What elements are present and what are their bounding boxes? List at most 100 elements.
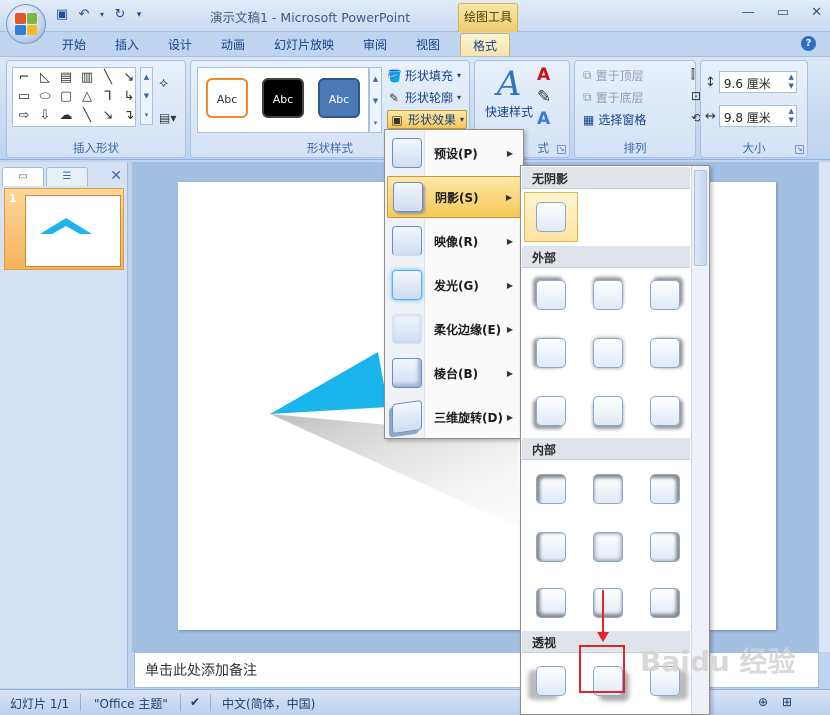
inner-shadow-option[interactable] — [524, 578, 578, 628]
perspective-shadow-option[interactable] — [524, 656, 578, 706]
redo-icon[interactable]: ↻ — [112, 7, 128, 23]
menu-item-3d-rotation[interactable]: 三维旋转(D) ▶ — [387, 396, 521, 438]
menu-item-glow[interactable]: 发光(G) ▶ — [387, 264, 521, 306]
undo-icon[interactable]: ↶ — [76, 7, 92, 23]
inner-shadow-option[interactable] — [638, 464, 692, 514]
tab-view[interactable]: 视图 — [416, 36, 440, 53]
styles-gallery-scroll[interactable]: ▲ ▼ ▾ — [369, 67, 382, 133]
inner-shadow-option[interactable] — [638, 522, 692, 572]
style-swatch-orange-outline[interactable]: Abc — [206, 78, 248, 118]
close-pane-icon[interactable]: ✕ — [110, 168, 122, 184]
menu-item-preset[interactable]: 预设(P) ▶ — [387, 132, 521, 174]
tab-outline-icon[interactable]: ☰ — [46, 167, 88, 186]
outer-shadow-option[interactable] — [524, 270, 578, 320]
right-arrow-shape-icon[interactable]: ⇨ — [15, 108, 33, 124]
cloud-icon[interactable]: ☁ — [57, 108, 75, 124]
text-box-button-icon[interactable]: ▤▾ — [159, 111, 176, 125]
arrow-line-2-icon[interactable]: ↘ — [99, 108, 117, 124]
outer-shadow-option[interactable] — [638, 386, 692, 436]
arrow-line-icon[interactable]: ↘ — [120, 70, 138, 86]
inner-shadow-option[interactable] — [581, 522, 635, 572]
tab-slideshow[interactable]: 幻灯片放映 — [274, 36, 334, 53]
menu-item-bevel[interactable]: 棱台(B) ▶ — [387, 352, 521, 394]
shadow-preview-icon — [536, 666, 566, 696]
down-arrow-shape-icon[interactable]: ⇩ — [36, 108, 54, 124]
shape-fill-button[interactable]: 🪣 形状填充 ▾ — [387, 67, 461, 84]
style-swatch-blue[interactable]: Abc — [318, 78, 360, 118]
text-fill-icon[interactable]: A — [537, 65, 550, 85]
tab-design[interactable]: 设计 — [168, 36, 192, 53]
tab-format[interactable]: 格式 — [460, 33, 511, 57]
shape-outline-button[interactable]: ✎ 形状轮廓 ▾ — [387, 89, 461, 106]
tab-animations[interactable]: 动画 — [221, 36, 245, 53]
no-shadow-option[interactable] — [524, 192, 578, 242]
height-spinner-icon[interactable]: ▲ ▼ — [789, 73, 794, 91]
inner-shadow-option[interactable] — [524, 464, 578, 514]
elbow-line-icon[interactable]: ⌐ — [15, 70, 33, 86]
outer-shadow-option[interactable] — [524, 386, 578, 436]
outer-shadow-option[interactable] — [581, 328, 635, 378]
tab-insert[interactable]: 插入 — [115, 36, 139, 53]
shadow-preview-icon — [536, 396, 566, 426]
inner-shadow-option[interactable] — [524, 522, 578, 572]
outer-shadow-option[interactable] — [581, 270, 635, 320]
curved-connector-icon[interactable]: ↳ — [120, 89, 138, 105]
rectangle-icon[interactable]: ▭ — [15, 89, 33, 105]
textbox-shape-icon[interactable]: ▤ — [57, 70, 75, 86]
text-effects-icon[interactable]: A — [537, 109, 550, 129]
bring-to-front-button[interactable]: ⧉ 置于顶层 — [583, 67, 644, 84]
outer-shadow-option[interactable] — [638, 270, 692, 320]
quick-styles-button[interactable]: A 快速样式 — [481, 65, 537, 120]
restore-icon[interactable]: ▭ — [777, 5, 789, 20]
shape-width-field[interactable]: 9.8 厘米 ▲ ▼ — [718, 105, 797, 127]
triangle-line-icon[interactable]: ◺ — [36, 70, 54, 86]
align-icon[interactable]: ⫿ — [691, 67, 695, 82]
undo-dropdown-icon[interactable]: ▾ — [98, 7, 106, 23]
inner-shadow-option[interactable] — [581, 464, 635, 514]
width-row: ↔ 9.8 厘米 ▲ ▼ — [705, 105, 797, 127]
zoom-in-icon[interactable]: ⊕ — [758, 695, 768, 709]
vertical-scrollbar[interactable] — [818, 162, 830, 652]
outer-shadow-option[interactable] — [524, 328, 578, 378]
gallery-scroll-thumb[interactable] — [694, 170, 707, 266]
selection-pane-button[interactable]: ▦ 选择窗格 — [583, 111, 646, 128]
shape-height-field[interactable]: 9.6 厘米 ▲ ▼ — [718, 71, 797, 93]
gallery-scrollbar[interactable] — [691, 166, 709, 714]
edit-shape-icon[interactable]: ⟡ — [159, 75, 168, 91]
menu-item-shadow[interactable]: 阴影(S) ▶ — [387, 176, 521, 218]
fit-window-icon[interactable]: ⊞ — [782, 695, 792, 709]
outer-shadow-option[interactable] — [638, 328, 692, 378]
save-icon[interactable]: ▣ — [54, 7, 70, 23]
slide-thumbnail-selected[interactable]: 1 — [4, 188, 124, 270]
inner-shadow-option[interactable] — [581, 578, 635, 628]
shape-effects-button[interactable]: ▣ 形状效果 ▾ — [387, 110, 468, 129]
line-icon[interactable]: ╲ — [99, 70, 117, 86]
inner-shadow-option[interactable] — [638, 578, 692, 628]
style-swatch-black[interactable]: Abc — [262, 78, 304, 118]
close-icon[interactable]: ✕ — [811, 5, 822, 20]
tab-home[interactable]: 开始 — [62, 36, 86, 53]
spellcheck-icon[interactable]: ✔ — [190, 695, 200, 709]
text-outline-icon[interactable]: ✎ — [537, 87, 551, 107]
rounded-rect-icon[interactable]: ▢ — [57, 89, 75, 105]
customize-qat-icon[interactable]: ▾ — [134, 7, 144, 23]
office-button[interactable] — [6, 4, 46, 44]
triangle-icon[interactable]: △ — [78, 89, 96, 105]
shapes-gallery-scroll[interactable]: ▲ ▼ ▾ — [140, 67, 153, 125]
menu-item-reflection[interactable]: 映像(R) ▶ — [387, 220, 521, 262]
width-spinner-icon[interactable]: ▲ ▼ — [789, 107, 794, 125]
help-icon[interactable]: ? — [801, 36, 816, 51]
vertical-textbox-icon[interactable]: ▥ — [78, 70, 96, 86]
menu-item-soft-edges[interactable]: 柔化边缘(E) ▶ — [387, 308, 521, 350]
wordart-launcher-icon[interactable]: ↘ — [557, 145, 566, 154]
outer-shadow-option[interactable] — [581, 386, 635, 436]
connector-icon[interactable]: ⅂ — [99, 89, 117, 105]
elbow-arrow-icon[interactable]: ↴ — [120, 108, 138, 124]
tab-review[interactable]: 审阅 — [363, 36, 387, 53]
tab-slides-icon[interactable]: ▭ — [2, 167, 44, 186]
size-launcher-icon[interactable]: ↘ — [795, 145, 804, 154]
oval-icon[interactable]: ⬭ — [36, 89, 54, 105]
send-to-back-button[interactable]: ⧉ 置于底层 — [583, 89, 644, 106]
line-2-icon[interactable]: ╲ — [78, 108, 96, 124]
minimize-icon[interactable]: — — [742, 5, 755, 20]
